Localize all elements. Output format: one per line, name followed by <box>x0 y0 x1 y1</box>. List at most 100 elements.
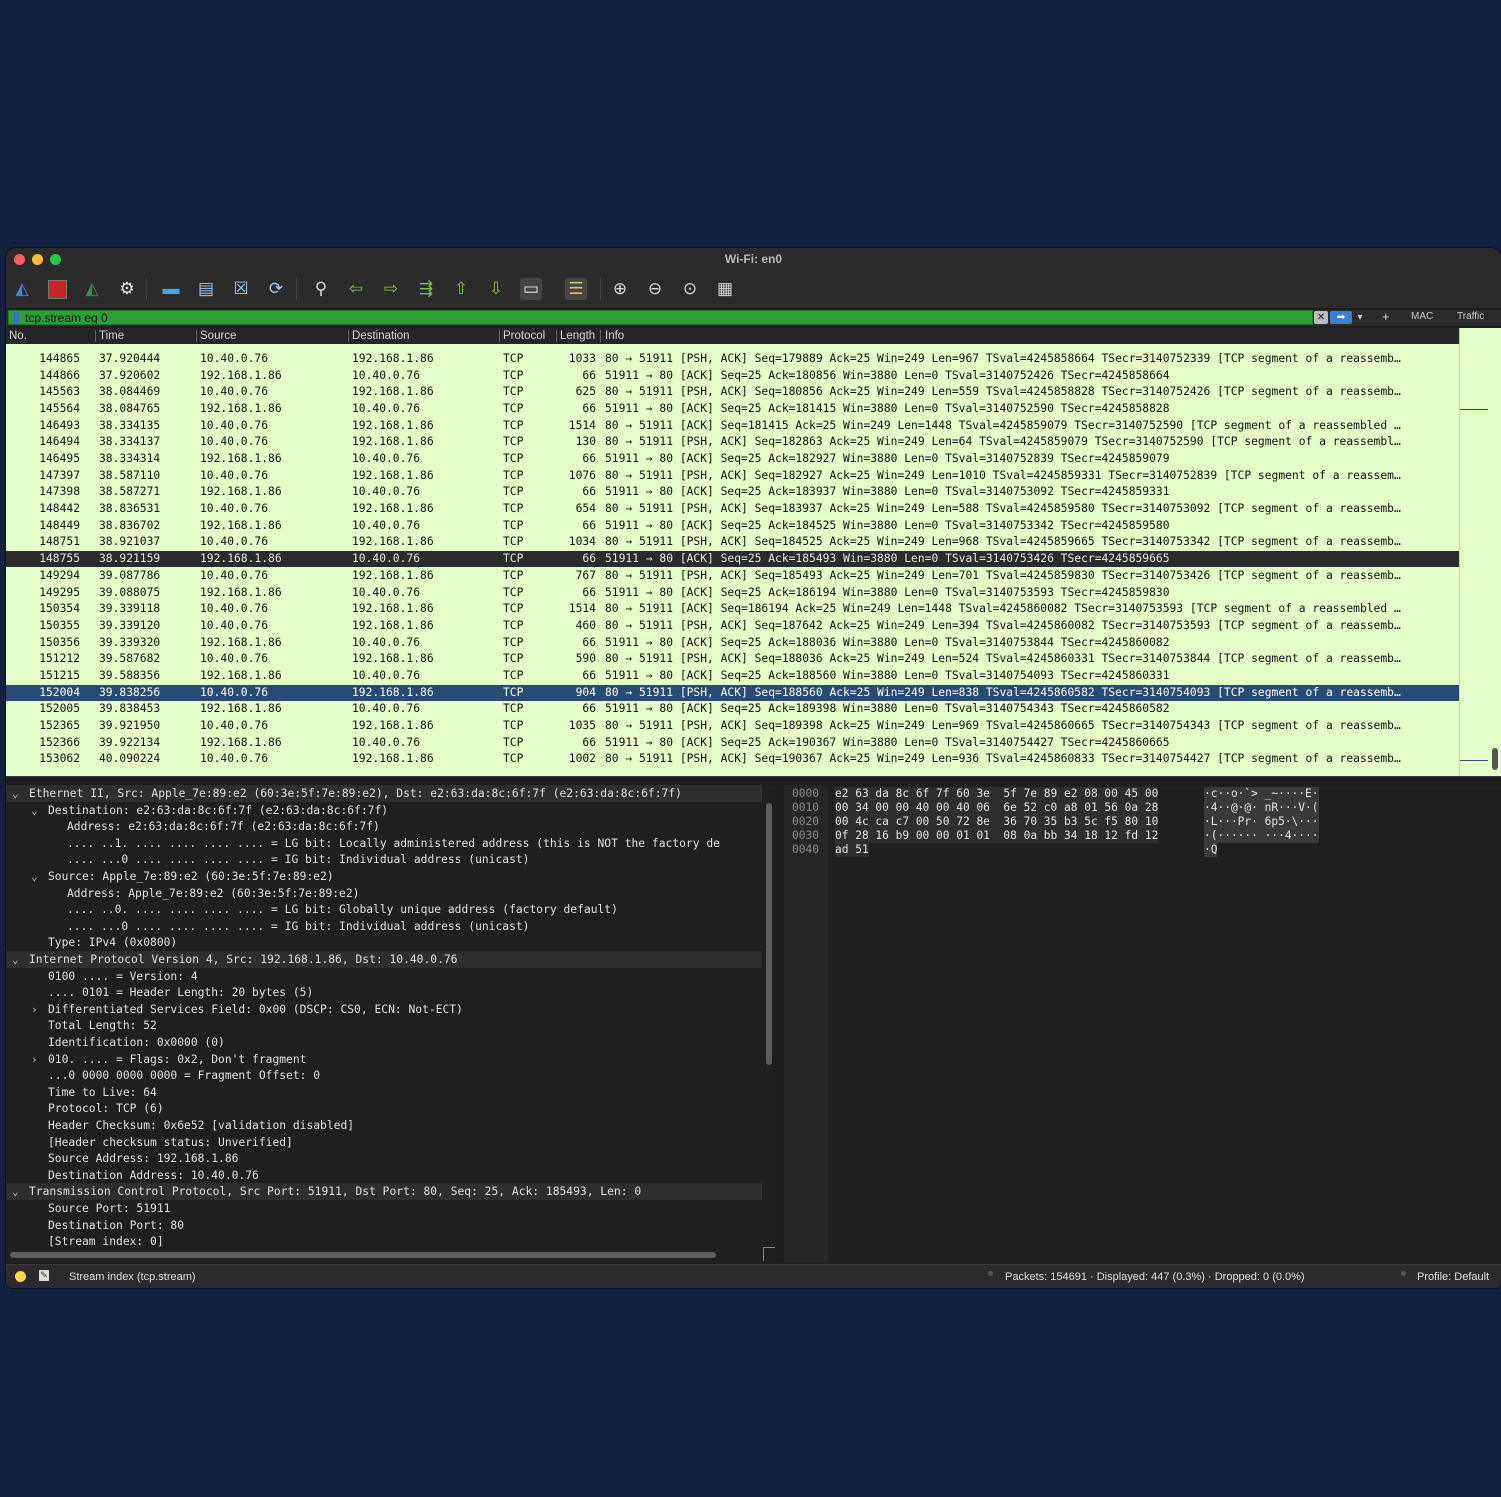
resize-columns-icon[interactable]: ▦ <box>714 278 736 300</box>
detail-row[interactable]: .... 0101 = Header Length: 20 bytes (5) <box>6 984 762 1001</box>
capture-comment-icon[interactable]: ✎ <box>39 1270 49 1281</box>
collapse-arrow-icon[interactable]: ⌄ <box>31 868 38 885</box>
detail-row[interactable]: › 010. .... = Flags: 0x2, Don't fragment <box>6 1051 762 1068</box>
zoom-in-icon[interactable]: ⊕ <box>609 278 631 300</box>
add-filter-button-icon[interactable]: + <box>1382 309 1390 324</box>
detail-row[interactable]: Header Checksum: 0x6e52 [validation disa… <box>6 1117 762 1134</box>
reload-file-icon[interactable]: ⟳ <box>265 278 287 300</box>
detail-row[interactable]: ⌄ Ethernet II, Src: Apple_7e:89:e2 (60:3e… <box>6 785 762 802</box>
packet-row[interactable]: 148442 38.836531 10.40.0.76 192.168.1.86 TCP… <box>6 501 1459 517</box>
detail-row[interactable]: Source Address: 192.168.1.86 <box>6 1150 762 1167</box>
go-forward-icon[interactable]: ⇨ <box>380 278 402 300</box>
packet-row[interactable]: 152005 39.838453 192.168.1.86 10.40.0.76 TCP… <box>6 701 1459 717</box>
detail-row[interactable]: Address: e2:63:da:8c:6f:7f (e2:63:da:8c:… <box>6 818 762 835</box>
packet-row[interactable]: 148755 38.921159 192.168.1.86 10.40.0.76 TCP… <box>6 551 1459 568</box>
pane-splitter[interactable] <box>6 776 1501 785</box>
expand-arrow-icon[interactable]: › <box>31 1051 38 1068</box>
column-destination[interactable]: Destination <box>352 330 410 342</box>
restart-capture-icon[interactable]: ◭ <box>81 278 103 300</box>
clear-filter-icon[interactable]: ✕ <box>1314 311 1328 324</box>
packet-row[interactable]: 152366 39.922134 192.168.1.86 10.40.0.76 TCP… <box>6 735 1459 751</box>
expand-arrow-icon[interactable]: › <box>31 1001 38 1018</box>
packet-row[interactable]: 153062 40.090224 10.40.0.76 192.168.1.86 TCP… <box>6 751 1459 767</box>
packet-row[interactable]: 145563 38.084469 10.40.0.76 192.168.1.86 TCP… <box>6 384 1459 400</box>
find-packet-icon[interactable]: ⚲ <box>310 278 332 300</box>
detail-row[interactable]: .... ..1. .... .... .... .... = LG bit: … <box>6 835 762 852</box>
colorize-icon[interactable]: ☰ <box>565 278 587 300</box>
traffic-filter-button[interactable]: Traffic <box>1457 311 1484 322</box>
detail-row[interactable]: [Header checksum status: Unverified] <box>6 1134 762 1151</box>
packet-row[interactable]: 150356 39.339320 192.168.1.86 10.40.0.76 TCP… <box>6 635 1459 651</box>
go-back-icon[interactable]: ⇦ <box>345 278 367 300</box>
detail-row[interactable]: 0100 .... = Version: 4 <box>6 968 762 985</box>
first-packet-icon[interactable]: ⇧ <box>450 278 472 300</box>
detail-row[interactable]: Address: Apple_7e:89:e2 (60:3e:5f:7e:89:… <box>6 885 762 902</box>
detail-row[interactable]: .... ...0 .... .... .... .... = IG bit: … <box>6 851 762 868</box>
packet-row[interactable]: 148449 38.836702 192.168.1.86 10.40.0.76 TCP… <box>6 518 1459 534</box>
detail-row[interactable]: Protocol: TCP (6) <box>6 1100 762 1117</box>
packet-row[interactable]: 152004 39.838256 10.40.0.76 192.168.1.86 TCP… <box>6 684 1459 701</box>
detail-row[interactable]: Source Port: 51911 <box>6 1200 762 1217</box>
column-source[interactable]: Source <box>200 330 236 342</box>
packet-row[interactable]: 150354 39.339118 10.40.0.76 192.168.1.86 TCP… <box>6 601 1459 617</box>
detail-row[interactable]: ⌄ Transmission Control Protocol, Src Port… <box>6 1183 762 1201</box>
collapse-arrow-icon[interactable]: ⌄ <box>12 1183 19 1200</box>
save-file-icon[interactable]: ▤ <box>195 278 217 300</box>
packet-bytes-pane[interactable]: 0000 e2 63 da 8c 6f 7f 60 3e 5f 7e 89 e2 … <box>784 785 1501 1263</box>
filter-dropdown-icon[interactable]: ▾ <box>1355 311 1365 324</box>
detail-row[interactable]: ...0 0000 0000 0000 = Fragment Offset: 0 <box>6 1067 762 1084</box>
details-bytes-splitter[interactable] <box>776 785 784 1263</box>
detail-row[interactable]: ⌄ Destination: e2:63:da:8c:6f:7f (e2:63:d… <box>6 802 762 819</box>
packet-row[interactable]: 147397 38.587110 10.40.0.76 192.168.1.86 TCP… <box>6 468 1459 484</box>
last-packet-icon[interactable]: ⇩ <box>485 278 507 300</box>
detail-row[interactable]: Destination Port: 80 <box>6 1217 762 1234</box>
packet-row[interactable]: 146494 38.334137 10.40.0.76 192.168.1.86 TCP… <box>6 434 1459 450</box>
display-filter-input[interactable] <box>25 311 1285 324</box>
packet-row[interactable]: 151212 39.587682 10.40.0.76 192.168.1.86 TCP… <box>6 651 1459 667</box>
packet-list-scrollbar[interactable] <box>1459 328 1501 776</box>
detail-row[interactable]: Destination Address: 10.40.0.76 <box>6 1167 762 1184</box>
zoom-out-icon[interactable]: ⊖ <box>644 278 666 300</box>
detail-row[interactable]: .... ...0 .... .... .... .... = IG bit: … <box>6 918 762 935</box>
packet-details-pane[interactable]: ⌄ Ethernet II, Src: Apple_7e:89:e2 (60:3e… <box>6 785 776 1263</box>
packet-row[interactable]: 147398 38.587271 192.168.1.86 10.40.0.76 TCP… <box>6 484 1459 500</box>
expert-info-icon[interactable] <box>15 1271 26 1282</box>
packet-row[interactable]: 148751 38.921037 10.40.0.76 192.168.1.86 TCP… <box>6 534 1459 550</box>
column-time[interactable]: Time <box>99 330 124 342</box>
packet-row[interactable]: 145564 38.084765 192.168.1.86 10.40.0.76 TCP… <box>6 401 1459 417</box>
detail-row[interactable]: .... ..0. .... .... .... .... = LG bit: … <box>6 901 762 918</box>
packet-row[interactable]: 149294 39.087786 10.40.0.76 192.168.1.86 TCP… <box>6 568 1459 584</box>
packet-list[interactable]: 144865 37.920444 10.40.0.76 192.168.1.86 TCP… <box>6 344 1459 776</box>
packet-row[interactable]: 150355 39.339120 10.40.0.76 192.168.1.86 TCP… <box>6 618 1459 634</box>
detail-row[interactable]: Time to Live: 64 <box>6 1084 762 1101</box>
column-info[interactable]: Info <box>605 330 624 342</box>
stop-capture-icon[interactable] <box>47 280 67 299</box>
apply-filter-icon[interactable]: ➡ <box>1330 311 1352 324</box>
packet-row[interactable]: 151215 39.588356 192.168.1.86 10.40.0.76 TCP… <box>6 668 1459 684</box>
details-horizontal-scrollbar[interactable] <box>6 1249 762 1261</box>
collapse-arrow-icon[interactable]: ⌄ <box>12 951 19 968</box>
packet-row[interactable]: 146493 38.334135 10.40.0.76 192.168.1.86 TCP… <box>6 418 1459 434</box>
profile-label[interactable]: Profile: Default <box>1417 1271 1489 1283</box>
open-file-icon[interactable]: ▬ <box>160 278 182 300</box>
autoscroll-icon[interactable]: ▭ <box>520 278 542 300</box>
go-to-packet-icon[interactable]: ⇶ <box>415 278 437 300</box>
close-file-icon[interactable]: ☒ <box>230 278 252 300</box>
capture-options-icon[interactable]: ⚙ <box>116 278 138 300</box>
packet-row[interactable]: 144866 37.920602 192.168.1.86 10.40.0.76 TCP… <box>6 368 1459 384</box>
detail-row[interactable]: Identification: 0x0000 (0) <box>6 1034 762 1051</box>
details-vertical-scrollbar[interactable] <box>763 785 775 1247</box>
packet-row[interactable]: 146495 38.334314 192.168.1.86 10.40.0.76 TCP… <box>6 451 1459 467</box>
detail-row[interactable]: ⌄ Source: Apple_7e:89:e2 (60:3e:5f:7e:89:… <box>6 868 762 885</box>
collapse-arrow-icon[interactable]: ⌄ <box>12 785 19 802</box>
shark-fin-start-icon[interactable]: ◭ <box>11 278 33 300</box>
detail-row[interactable]: Total Length: 52 <box>6 1017 762 1034</box>
collapse-arrow-icon[interactable]: ⌄ <box>31 802 38 819</box>
detail-row[interactable]: [Stream index: 0] <box>6 1233 762 1250</box>
packet-row[interactable]: 149295 39.088075 192.168.1.86 10.40.0.76 TCP… <box>6 585 1459 601</box>
normal-size-icon[interactable]: ⊙ <box>679 278 701 300</box>
column-no[interactable]: No. <box>9 330 27 342</box>
column-protocol[interactable]: Protocol <box>503 330 545 342</box>
mac-filter-button[interactable]: MAC <box>1411 311 1433 322</box>
detail-row[interactable]: ⌄ Internet Protocol Version 4, Src: 192.1… <box>6 951 762 968</box>
